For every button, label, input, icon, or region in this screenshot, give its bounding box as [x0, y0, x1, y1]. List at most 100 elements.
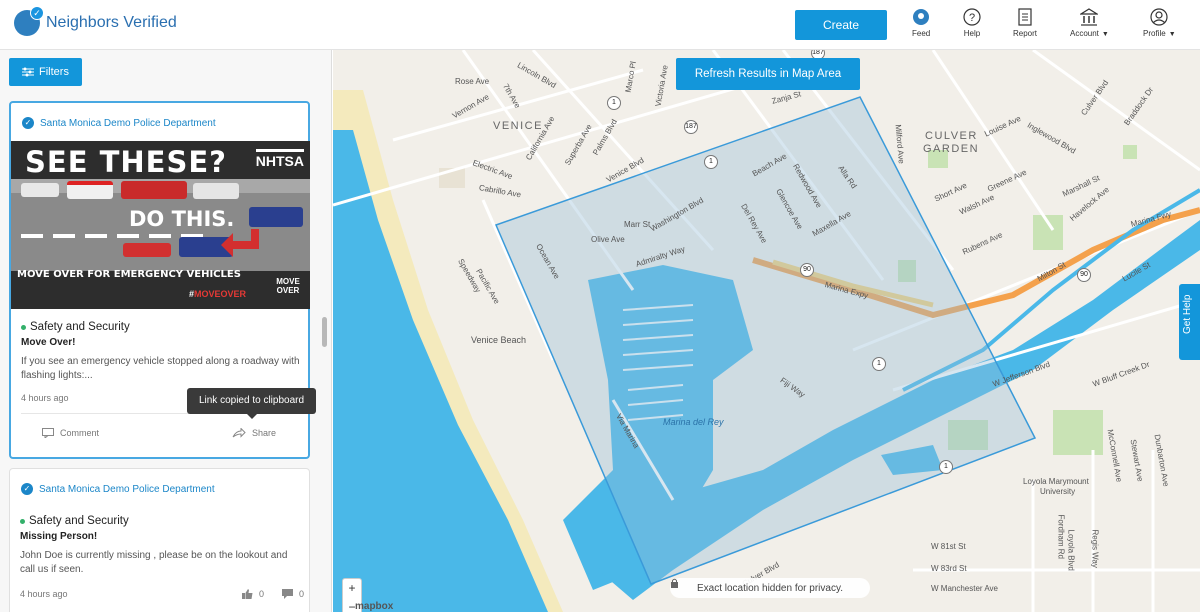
red-car-icon — [123, 243, 171, 257]
street-label: Marr St — [624, 220, 651, 229]
comments-button[interactable]: 0 — [282, 589, 304, 599]
filters-button[interactable]: Filters — [9, 58, 82, 86]
place-lmu-2: University — [1040, 487, 1076, 496]
category-dot-icon — [21, 324, 26, 330]
category-dot-icon — [20, 518, 25, 524]
van-icon — [249, 207, 303, 227]
department-name: Santa Monica Demo Police Department — [40, 117, 216, 129]
post-department[interactable]: ✓ Santa Monica Demo Police Department — [10, 479, 309, 499]
map-view[interactable]: 1 187 187 1 90 90 1 1 VENICE CULVER GARD… — [333, 50, 1200, 612]
post-actions: Comment Share — [11, 414, 308, 454]
department-name: Santa Monica Demo Police Department — [39, 483, 215, 495]
nav-profile[interactable]: Profile ▼ — [1143, 8, 1176, 38]
banner-agency: NHTSA — [255, 149, 304, 169]
scrollbar-thumb[interactable] — [322, 317, 327, 347]
hashtag-text: MOVEOVER — [194, 289, 247, 299]
nav-feed[interactable]: Feed — [912, 8, 930, 38]
place-marina-del-rey: Marina del Rey — [663, 417, 724, 427]
top-bar: Neighbors Verified Create Feed ? Help Re… — [0, 0, 1200, 50]
route-shield: 90 — [800, 263, 814, 277]
nav-report[interactable]: Report — [1013, 8, 1037, 38]
account-icon — [1080, 8, 1099, 26]
post-category: Safety and Security — [21, 321, 308, 333]
brand-name: Neighbors Verified — [46, 14, 177, 31]
banner-hashtag: #MOVEOVER — [189, 289, 246, 299]
get-help-label: Get Help — [1182, 294, 1193, 334]
area-label-garden: GARDEN — [923, 143, 980, 155]
banner-headline: SEE THESE? — [25, 145, 227, 179]
street-label: Loyola Blvd — [1066, 529, 1076, 571]
comment-button[interactable]: Comment — [42, 428, 99, 438]
move-over-arrow-icon — [221, 229, 259, 257]
map-canvas[interactable] — [333, 50, 1200, 612]
link-copied-tooltip: Link copied to clipboard — [187, 388, 316, 419]
mapbox-attribution[interactable]: mapbox — [355, 601, 393, 612]
nav-feed-label: Feed — [912, 29, 931, 38]
nav-account-label: Account — [1070, 29, 1099, 38]
street-label: Olive Ave — [591, 235, 625, 244]
neighbors-logo-icon — [14, 6, 44, 36]
svg-text:?: ? — [969, 12, 975, 24]
profile-icon — [1150, 8, 1168, 26]
street-label: W 81st St — [931, 542, 966, 551]
route-shield: 1 — [607, 96, 621, 110]
post-time: 4 hours ago — [20, 589, 68, 599]
nav-account[interactable]: Account ▼ — [1070, 8, 1109, 38]
chevron-down-icon: ▼ — [1168, 31, 1176, 38]
category-label: Safety and Security — [30, 321, 130, 333]
filters-label: Filters — [39, 66, 69, 78]
refresh-map-results-button[interactable]: Refresh Results in Map Area — [676, 58, 860, 90]
report-icon — [1018, 8, 1032, 26]
nav-help[interactable]: ? Help — [963, 8, 981, 38]
sidebar-scrollbar[interactable] — [322, 98, 328, 612]
verified-check-icon: ✓ — [21, 483, 33, 495]
route-shield: 1 — [939, 460, 953, 474]
post-body: John Doe is currently missing , please b… — [20, 550, 288, 575]
comment-icon — [42, 428, 54, 438]
privacy-notice: Exact location hidden for privacy. — [670, 578, 870, 598]
tow-truck-icon — [193, 183, 239, 199]
feed-sidebar: Filters ✓ Santa Monica Demo Police Depar… — [0, 50, 332, 612]
post-department[interactable]: ✓ Santa Monica Demo Police Department — [11, 113, 308, 133]
like-button[interactable]: 0 — [242, 589, 264, 599]
post-title: Move Over! — [21, 337, 76, 348]
feed-icon — [913, 9, 930, 25]
route-shield: 187 — [684, 120, 698, 134]
thumbs-up-icon — [242, 589, 253, 599]
get-help-tab[interactable]: Get Help — [1179, 284, 1200, 360]
nav-help-label: Help — [963, 29, 981, 38]
brand-logo[interactable]: Neighbors Verified — [14, 6, 177, 36]
comment-count: 0 — [299, 589, 305, 599]
street-label: Fordham Rd — [1056, 514, 1066, 559]
filter-sliders-icon — [22, 67, 35, 77]
post-category: Safety and Security — [20, 515, 309, 527]
street-label: W Manchester Ave — [931, 584, 998, 593]
post-image[interactable]: SEE THESE? NHTSA DO THIS. MOVE OVER FOR … — [11, 141, 310, 309]
zoom-in-button[interactable]: + — [343, 579, 361, 598]
route-shield: 90 — [1077, 268, 1091, 282]
privacy-text: Exact location hidden for privacy. — [696, 582, 843, 594]
nav-report-label: Report — [1013, 29, 1038, 38]
route-shield: 1 — [704, 155, 718, 169]
like-count: 0 — [259, 589, 265, 599]
banner-caption: MOVE OVER FOR EMERGENCY VEHICLES — [17, 269, 241, 280]
comment-label: Comment — [60, 428, 100, 438]
help-icon: ? — [963, 8, 981, 26]
chevron-down-icon: ▼ — [1101, 31, 1109, 38]
move-over-badge: MOVE OVER — [276, 277, 300, 295]
area-label-culver: CULVER — [925, 130, 978, 142]
post-card[interactable]: ✓ Santa Monica Demo Police Department Sa… — [9, 468, 310, 612]
nav-profile-label: Profile — [1143, 29, 1166, 38]
verified-check-icon: ✓ — [22, 117, 34, 129]
create-button[interactable]: Create — [795, 10, 887, 40]
post-body: If you see an emergency vehicle stopped … — [21, 356, 300, 381]
fire-truck-icon — [121, 181, 187, 199]
street-label: Rose Ave — [455, 77, 490, 86]
comment-bubble-icon — [282, 589, 293, 599]
police-car-icon — [21, 183, 59, 197]
lock-icon — [671, 578, 678, 588]
ambulance-icon — [67, 181, 113, 199]
area-label-venice: VENICE — [493, 120, 543, 132]
post-title: Missing Person! — [20, 531, 98, 542]
share-button[interactable]: Share — [232, 428, 276, 438]
